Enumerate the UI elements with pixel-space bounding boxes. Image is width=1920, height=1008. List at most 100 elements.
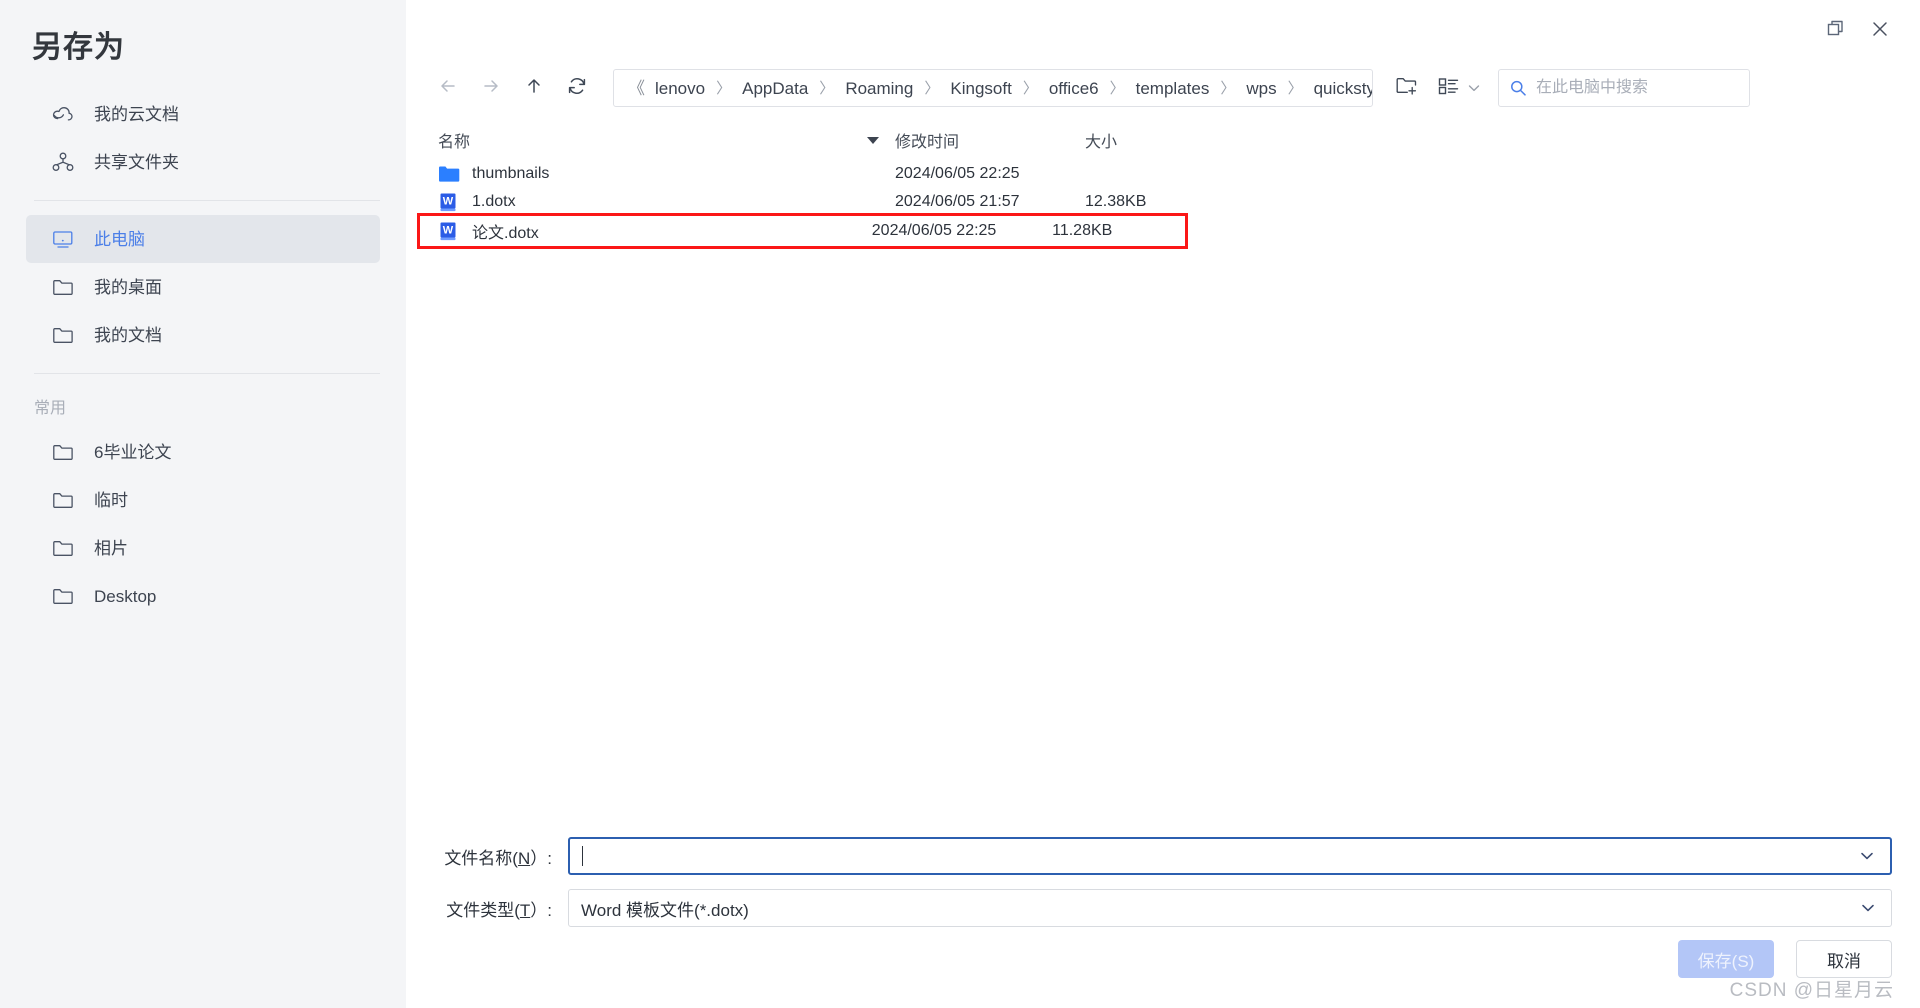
search-input[interactable]: 在此电脑中搜索 [1498, 69, 1750, 107]
sidebar-item-label: 我的桌面 [94, 277, 162, 297]
chevron-down-icon[interactable] [1859, 890, 1877, 926]
sidebar-item-this-pc[interactable]: 此电脑 [26, 215, 380, 263]
new-folder-icon [1395, 75, 1419, 102]
arrow-right-icon [480, 75, 502, 102]
search-placeholder: 在此电脑中搜索 [1536, 79, 1649, 96]
column-header-size[interactable]: 大小 [1085, 128, 1225, 152]
sidebar-divider-1 [34, 200, 380, 201]
sidebar-item-label: 此电脑 [94, 229, 145, 249]
sidebar-divider-2 [34, 373, 380, 374]
view-mode-button[interactable] [1437, 69, 1482, 107]
cancel-button[interactable]: 取消 [1796, 940, 1892, 978]
table-row-highlighted[interactable]: W 论文.dotx 2024/06/05 22:25 11.28KB [417, 213, 1188, 249]
restore-button[interactable] [1814, 11, 1858, 51]
save-form: 文件名称(N）: 文件类型(T）: Word 模板文件(*.dotx) 保存(S… [406, 828, 1920, 1008]
back-button[interactable] [430, 70, 466, 106]
chevron-right-icon: 〉 [1287, 79, 1303, 97]
monitor-icon [52, 228, 78, 250]
sidebar-group-title: 常用 [34, 400, 67, 417]
sidebar-item-temp-folder[interactable]: 临时 [26, 476, 380, 524]
folder-icon [52, 324, 78, 346]
word-template-icon: W [438, 220, 460, 242]
word-template-icon: W [438, 191, 460, 213]
sidebar-item-my-documents[interactable]: 我的文档 [26, 311, 380, 359]
list-view-icon [1437, 75, 1461, 102]
sidebar-item-thesis-folder[interactable]: 6毕业论文 [26, 428, 380, 476]
sidebar-item-label: 6毕业论文 [94, 442, 172, 462]
folder-icon [52, 537, 78, 559]
filename-label-key: N [517, 848, 531, 868]
close-button[interactable] [1858, 11, 1902, 51]
file-name-cell: W 1.dotx [430, 191, 895, 213]
filename-field[interactable] [568, 837, 1892, 875]
file-list: thumbnails 2024/06/05 22:25 W 1.dotx 202… [417, 160, 1892, 249]
file-modified-cell: 2024/06/05 22:25 [871, 222, 997, 239]
file-size-cell: 12.38KB [1085, 193, 1147, 210]
breadcrumb-overflow-icon[interactable]: 《 [624, 80, 653, 97]
sidebar-item-label: Desktop [94, 586, 157, 606]
sidebar-item-cloud-docs[interactable]: 我的云文档 [26, 90, 380, 138]
breadcrumb-item-appdata[interactable]: AppData [740, 80, 810, 97]
breadcrumb-item-quickstyles[interactable]: quickstyles [1312, 80, 1372, 97]
dialog-title: 另存为 [32, 31, 125, 64]
arrow-left-icon [437, 75, 459, 102]
breadcrumb-item-templates[interactable]: templates [1134, 80, 1212, 97]
sort-indicator[interactable] [850, 136, 895, 144]
new-folder-button[interactable] [1387, 69, 1427, 107]
file-name-text: 论文.dotx [472, 225, 539, 242]
file-modified-cell: 2024/06/05 22:25 [895, 165, 1020, 182]
breadcrumb[interactable]: 《 lenovo 〉 AppData 〉 Roaming 〉 Kingsoft … [613, 69, 1373, 107]
table-row[interactable]: thumbnails 2024/06/05 22:25 [430, 160, 1892, 188]
window-controls [1814, 0, 1920, 62]
save-button[interactable]: 保存(S) [1678, 940, 1774, 978]
chevron-down-icon[interactable] [1858, 839, 1876, 873]
file-name-cell: W 论文.dotx [430, 219, 872, 243]
sidebar-item-shared-folder[interactable]: 共享文件夹 [26, 138, 380, 186]
filetype-label-post: ）: [530, 900, 552, 920]
text-caret [582, 846, 583, 866]
column-header-name[interactable]: 名称 [430, 128, 850, 152]
sidebar-item-my-desktop[interactable]: 我的桌面 [26, 263, 380, 311]
chevron-down-icon [1466, 80, 1482, 96]
sidebar-item-label: 我的云文档 [94, 104, 179, 124]
watermark: CSDN @日星月云 [1729, 980, 1894, 1001]
folder-icon [52, 276, 78, 298]
file-name-cell: thumbnails [430, 163, 895, 185]
filetype-label-key: T [519, 900, 531, 920]
close-icon [1870, 19, 1890, 44]
chevron-right-icon: 〉 [1220, 79, 1236, 97]
folder-icon [52, 585, 78, 607]
breadcrumb-item-kingsoft[interactable]: Kingsoft [948, 80, 1013, 97]
forward-button[interactable] [473, 70, 509, 106]
sidebar-item-photos-folder[interactable]: 相片 [26, 524, 380, 572]
sidebar-item-label: 共享文件夹 [94, 152, 179, 172]
breadcrumb-item-lenovo[interactable]: lenovo [653, 80, 707, 97]
main-pane: 《 lenovo 〉 AppData 〉 Roaming 〉 Kingsoft … [406, 0, 1920, 1008]
filetype-select[interactable]: Word 模板文件(*.dotx) [568, 889, 1892, 927]
up-button[interactable] [516, 70, 552, 106]
sidebar-item-label: 临时 [94, 490, 128, 510]
save-as-dialog: 另存为 我的云文档 共享文件夹 此电脑 我的桌面 我的文档 常用 6毕业论文 临… [0, 0, 1920, 1008]
restore-icon [1826, 19, 1846, 44]
chevron-right-icon: 〉 [1022, 79, 1038, 97]
sidebar-nav: 我的云文档 共享文件夹 此电脑 我的桌面 我的文档 常用 6毕业论文 临时 相片… [0, 90, 406, 620]
chevron-right-icon: 〉 [924, 79, 940, 97]
filetype-label: 文件类型(T）: [430, 896, 568, 921]
folder-icon [438, 163, 460, 185]
refresh-button[interactable] [559, 70, 595, 106]
file-size-cell: 11.28KB [1052, 222, 1113, 239]
sidebar-item-desktop-folder[interactable]: Desktop [26, 572, 380, 620]
breadcrumb-item-office6[interactable]: office6 [1047, 80, 1101, 97]
folder-icon [52, 441, 78, 463]
filename-row: 文件名称(N）: [430, 837, 1892, 875]
search-icon [1509, 79, 1527, 97]
breadcrumb-item-roaming[interactable]: Roaming [843, 80, 915, 97]
column-header-modified[interactable]: 修改时间 [895, 128, 1085, 152]
share-nodes-icon [52, 151, 78, 173]
navigation-toolbar: 《 lenovo 〉 AppData 〉 Roaming 〉 Kingsoft … [406, 62, 1920, 114]
chevron-right-icon: 〉 [819, 79, 835, 97]
sort-descending-icon [866, 136, 879, 144]
cloud-icon [52, 103, 78, 125]
table-row[interactable]: W 1.dotx 2024/06/05 21:57 12.38KB [430, 188, 1892, 216]
breadcrumb-item-wps[interactable]: wps [1244, 80, 1278, 97]
